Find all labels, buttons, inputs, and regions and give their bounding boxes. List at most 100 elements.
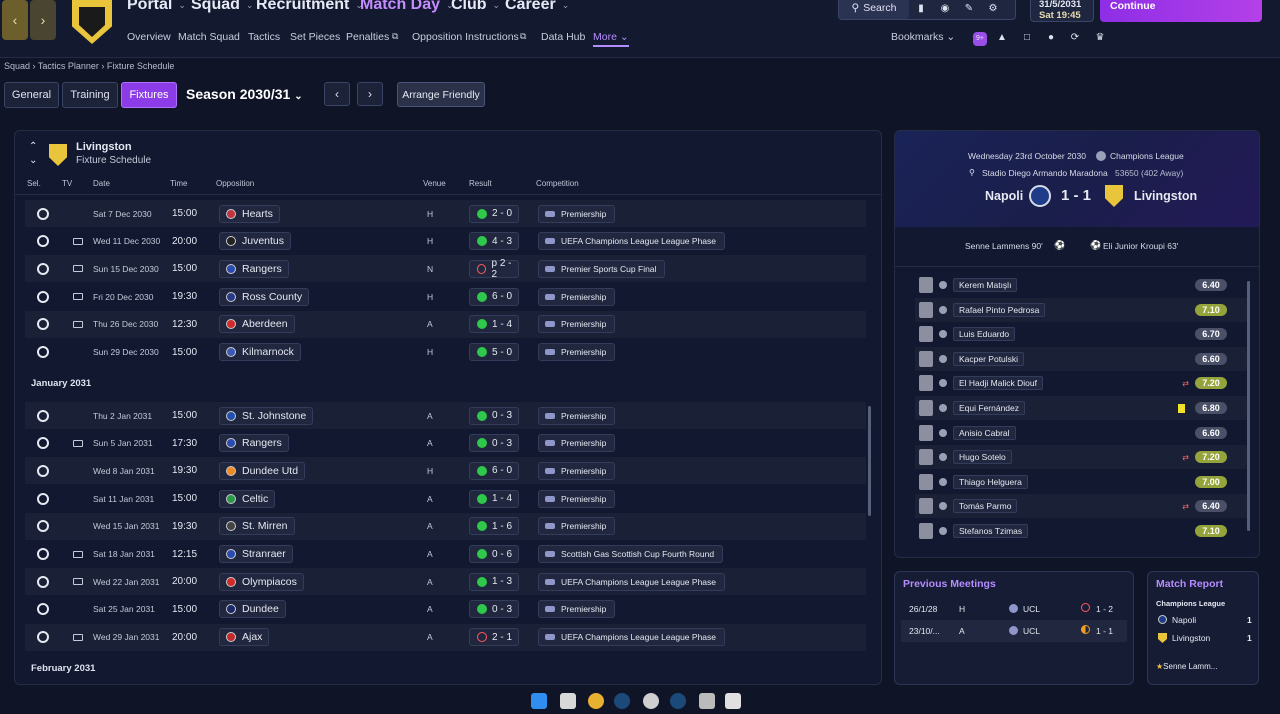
bookmarks-menu[interactable]: Bookmarks ⌄ (891, 31, 955, 43)
select-radio[interactable] (37, 631, 49, 644)
player-row[interactable]: Kerem Matışlı 6.40 (915, 273, 1247, 297)
app-icon[interactable] (725, 693, 741, 709)
player-row[interactable]: Thiago Helguera 7.00 (915, 470, 1247, 494)
select-radio[interactable] (37, 409, 49, 422)
select-radio[interactable] (37, 346, 49, 358)
select-radio[interactable] (37, 575, 49, 588)
competition-chip[interactable]: Premiership (538, 461, 616, 480)
opposition-chip[interactable]: Olympiacos (219, 572, 304, 591)
back-button[interactable]: ‹ (2, 0, 28, 40)
result-chip[interactable]: 6 - 0 (469, 461, 519, 480)
result-chip[interactable]: 1 - 4 (469, 489, 519, 508)
result-chip[interactable]: 2 - 0 (469, 204, 519, 223)
player-row[interactable]: Luis Eduardo 6.70 (915, 322, 1247, 346)
player-name[interactable]: Thiago Helguera (953, 474, 1028, 489)
meeting-row[interactable]: 23/10/... A UCL 1 - 1 (901, 620, 1127, 642)
opposition-chip[interactable]: Juventus (219, 232, 292, 251)
notebook-icon[interactable]: ▮ (909, 0, 933, 19)
player-row[interactable]: Stefanos Tzimas 7.10 (915, 519, 1247, 543)
sub-tactics[interactable]: Tactics (248, 31, 280, 43)
competition-chip[interactable]: Premiership (538, 434, 616, 453)
player-name[interactable]: Hugo Sotelo (953, 450, 1012, 465)
tab-fixtures[interactable]: Fixtures (121, 82, 177, 108)
menu-squad[interactable]: Squad ⌄ (191, 0, 253, 14)
menu-portal[interactable]: Portal ⌄ (127, 0, 186, 14)
competition-chip[interactable]: Scottish Gas Scottish Cup Fourth Round (538, 545, 724, 563)
result-chip[interactable]: 0 - 3 (469, 406, 519, 425)
select-radio[interactable] (37, 290, 49, 303)
competition-chip[interactable]: UEFA Champions League League Phase (538, 628, 726, 647)
result-chip[interactable]: 1 - 4 (469, 315, 519, 334)
opposition-chip[interactable]: Ajax (219, 628, 270, 647)
competition-chip[interactable]: Premiership (538, 287, 616, 306)
sub-more[interactable]: More ⌄ (593, 31, 629, 47)
col-competition[interactable]: Competition (536, 179, 579, 188)
player-row[interactable]: El Hadji Malick Diouf ⇄ 7.20 (915, 371, 1247, 395)
competition-chip[interactable]: Premiership (538, 600, 616, 619)
sub-set-pieces[interactable]: Set Pieces (290, 31, 340, 43)
kit-icon[interactable]: ▲ (995, 32, 1009, 46)
menu-recruitment[interactable]: Recruitment ⌄ (256, 0, 363, 14)
result-chip[interactable]: 0 - 3 (469, 434, 519, 453)
sub-overview[interactable]: Overview (127, 31, 171, 43)
player-name[interactable]: Tomás Parmo (953, 499, 1018, 514)
home-team[interactable]: Napoli (985, 189, 1023, 203)
opposition-chip[interactable]: Stranraer (219, 545, 293, 563)
opposition-chip[interactable]: St. Mirren (219, 517, 295, 536)
result-chip[interactable]: 6 - 0 (469, 287, 519, 306)
opposition-chip[interactable]: Celtic (219, 489, 276, 508)
pencil-icon[interactable]: ✎ (957, 0, 981, 19)
sub-data-hub[interactable]: Data Hub (541, 31, 585, 43)
tab-training[interactable]: Training (62, 82, 118, 108)
trophy-icon[interactable]: ♛ (1093, 32, 1107, 46)
player-name[interactable]: Equi Fernández (953, 401, 1026, 415)
app-icon[interactable] (699, 693, 715, 709)
continue-button[interactable]: Continue (1100, 0, 1262, 22)
player-name[interactable]: Luis Eduardo (953, 327, 1016, 342)
opposition-chip[interactable]: Rangers (219, 259, 289, 278)
menu-match-day[interactable]: Match Day ⌄ (360, 0, 454, 14)
competition-chip[interactable]: UEFA Champions League League Phase (538, 572, 726, 591)
competition-chip[interactable]: Premiership (538, 315, 616, 334)
competition-chip[interactable]: Premiership (538, 406, 616, 425)
player-row[interactable]: Tomás Parmo ⇄ 6.40 (915, 494, 1247, 519)
player-row[interactable]: Equi Fernández 6.80 (915, 396, 1247, 420)
col-time[interactable]: Time (170, 179, 187, 188)
forward-button[interactable]: › (30, 0, 56, 40)
player-row[interactable]: Rafael Pinto Pedrosa 7.10 (915, 297, 1247, 322)
windows-start-icon[interactable] (531, 693, 547, 709)
phone-icon[interactable]: □ (1020, 32, 1034, 46)
gear-icon[interactable]: ⚙ (981, 0, 1005, 19)
collapse-icon[interactable]: ⌃ (29, 141, 37, 152)
club-crest[interactable] (72, 0, 112, 44)
select-radio[interactable] (37, 318, 49, 331)
search-button[interactable]: ⚲ Search (839, 0, 909, 19)
player-row[interactable]: Hugo Sotelo ⇄ 7.20 (915, 445, 1247, 470)
menu-club[interactable]: Club ⌄ (451, 0, 500, 14)
opposition-chip[interactable]: Dundee (219, 600, 286, 619)
crumb-tactics-planner[interactable]: Tactics Planner (38, 61, 99, 71)
meeting-row[interactable]: 26/1/28 H UCL 1 - 2 (901, 598, 1127, 620)
steam-icon[interactable] (614, 693, 630, 709)
competition-chip[interactable]: UEFA Champions League League Phase (538, 232, 726, 251)
select-radio[interactable] (37, 492, 49, 505)
competition-chip[interactable]: Premiership (538, 517, 616, 536)
crumb-squad[interactable]: Squad (4, 61, 30, 71)
player-row[interactable]: Anisio Cabral 6.60 (915, 421, 1247, 445)
player-name[interactable]: Rafael Pinto Pedrosa (953, 302, 1046, 317)
result-chip[interactable]: 2 - 1 (469, 628, 519, 647)
select-radio[interactable] (37, 603, 49, 616)
competition-chip[interactable]: Premiership (538, 204, 616, 223)
search-bar[interactable]: ⚲ Search ▮ ◉ ✎ ⚙ (838, 0, 1016, 20)
col-result[interactable]: Result (469, 179, 492, 188)
select-radio[interactable] (37, 207, 49, 220)
result-chip[interactable]: 5 - 0 (469, 343, 519, 361)
opposition-chip[interactable]: Hearts (219, 204, 280, 223)
away-team[interactable]: Livingston (1134, 189, 1197, 203)
sub-opposition-instructions[interactable]: Opposition Instructions (412, 31, 519, 43)
col-opposition[interactable]: Opposition (216, 179, 254, 188)
select-radio[interactable] (37, 520, 49, 533)
chrome-icon[interactable] (588, 693, 604, 709)
player-name[interactable]: Anisio Cabral (953, 425, 1016, 440)
result-chip[interactable]: 4 - 3 (469, 232, 519, 251)
